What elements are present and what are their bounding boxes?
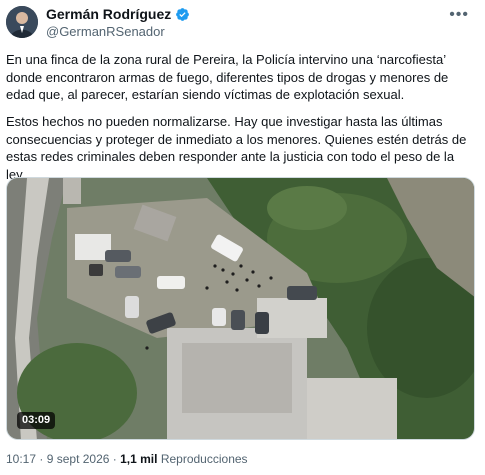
video-thumbnail xyxy=(7,178,474,439)
verified-badge-icon xyxy=(176,8,190,21)
author-handle[interactable]: @GermanRSenador xyxy=(46,24,165,40)
tweet-date[interactable]: 9 sept 2026 xyxy=(47,452,110,466)
avatar-portrait-icon xyxy=(6,6,38,38)
meta-separator-2: · xyxy=(112,452,117,466)
video-player[interactable]: 03:09 xyxy=(6,177,475,440)
meta-separator: · xyxy=(39,452,44,466)
tweet-paragraph-1: En una finca de la zona rural de Pereira… xyxy=(6,52,449,102)
author-name[interactable]: Germán Rodríguez xyxy=(46,6,171,23)
tweet-time[interactable]: 10:17 xyxy=(6,452,36,466)
views-count[interactable]: 1,1 mil xyxy=(120,452,157,466)
tweet-meta: 10:17 · 9 sept 2026 · 1,1 mil Reproducci… xyxy=(6,452,248,467)
author-name-row[interactable]: Germán Rodríguez xyxy=(46,6,190,23)
more-options-icon[interactable]: ••• xyxy=(449,6,469,24)
views-label: Reproducciones xyxy=(160,452,248,466)
video-duration-badge: 03:09 xyxy=(17,412,56,429)
tweet-paragraph-2: Estos hechos no pueden normalizarse. Hay… xyxy=(6,114,467,182)
author-avatar[interactable] xyxy=(6,6,38,38)
